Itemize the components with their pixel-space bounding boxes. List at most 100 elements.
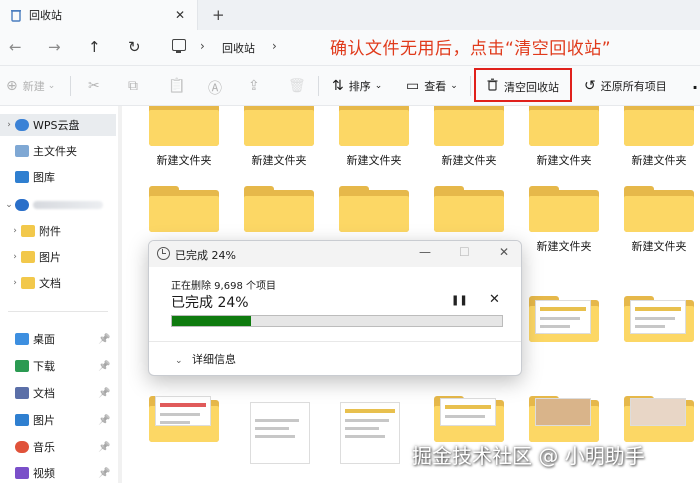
- cloud-icon: [15, 119, 29, 131]
- new-button[interactable]: ⊕ 新建 ⌄: [6, 78, 55, 94]
- folder-item[interactable]: 新建文件夹: [149, 106, 219, 167]
- sidebar-item-wps-cloud[interactable]: › WPS云盘: [0, 114, 116, 136]
- sidebar-item-label: 音乐: [33, 441, 55, 454]
- address-bar: ← → ↑ ↻ › 回收站 › 确认文件无用后，点击“清空回收站”: [0, 30, 700, 66]
- sidebar-item-pictures-sub[interactable]: › 图片: [6, 246, 61, 268]
- sidebar-item-videos[interactable]: 视频 📌: [0, 462, 110, 483]
- sidebar-item-desktop[interactable]: 桌面 📌: [0, 328, 110, 350]
- video-icon: [15, 467, 29, 479]
- folder-item[interactable]: 新建文件夹: [624, 106, 694, 167]
- forward-icon[interactable]: →: [48, 38, 61, 56]
- music-icon: [15, 441, 29, 453]
- folder-item[interactable]: [529, 396, 599, 442]
- sidebar-item-documents-sub[interactable]: › 文档: [6, 272, 61, 294]
- folder-item[interactable]: [529, 296, 599, 342]
- folder-item[interactable]: [149, 186, 219, 232]
- sidebar-item-label: 图库: [33, 171, 55, 184]
- file-thumbnail[interactable]: [340, 402, 400, 464]
- folder-item[interactable]: 新建文件夹: [244, 106, 314, 167]
- watermark: 掘金技术社区 @ 小明助手: [412, 444, 645, 468]
- sidebar-item-cloud-account[interactable]: ⌄: [0, 194, 103, 216]
- divider: [149, 341, 521, 342]
- breadcrumb-separator[interactable]: ›: [272, 39, 277, 53]
- breadcrumb-separator[interactable]: ›: [200, 39, 205, 53]
- stop-button[interactable]: ✕: [489, 292, 500, 307]
- folder-item[interactable]: 新建文件夹: [434, 106, 504, 167]
- new-tab-button[interactable]: +: [212, 6, 225, 24]
- cut-button[interactable]: ✂: [88, 78, 105, 94]
- chevron-down-icon[interactable]: ⌄: [3, 200, 15, 210]
- sidebar-item-label: 主文件夹: [33, 145, 77, 158]
- folder-item[interactable]: [434, 186, 504, 232]
- sidebar-item-documents[interactable]: 文档 📌: [0, 382, 110, 404]
- rename-button[interactable]: Ⓐ: [208, 78, 227, 98]
- home-icon: [15, 145, 29, 157]
- sidebar-item-music[interactable]: 音乐 📌: [0, 436, 110, 458]
- pin-icon[interactable]: 📌: [98, 388, 110, 399]
- refresh-icon[interactable]: ↻: [128, 38, 141, 56]
- chevron-right-icon[interactable]: ›: [9, 278, 21, 288]
- more-details-label: 详细信息: [192, 353, 237, 366]
- maximize-icon[interactable]: ☐: [459, 245, 470, 259]
- file-thumbnail[interactable]: [250, 402, 310, 464]
- chevron-right-icon[interactable]: ›: [9, 252, 21, 262]
- folder-item[interactable]: [624, 296, 694, 342]
- pin-icon[interactable]: 📌: [98, 334, 110, 345]
- back-icon[interactable]: ←: [9, 38, 22, 56]
- chevron-down-icon: ⌄: [374, 81, 383, 91]
- folder-item[interactable]: [624, 396, 694, 442]
- sidebar-item-pictures[interactable]: 图片 📌: [0, 409, 110, 431]
- this-pc-icon[interactable]: [172, 39, 186, 53]
- dialog-title-bar[interactable]: 已完成 24% — ☐ ✕: [149, 241, 521, 267]
- sidebar-item-home[interactable]: 主文件夹: [0, 140, 77, 162]
- tab-close-icon[interactable]: ✕: [175, 8, 185, 22]
- folder-label: 新建文件夹: [631, 154, 687, 167]
- pin-icon[interactable]: 📌: [98, 468, 110, 479]
- folder-label: 新建文件夹: [251, 154, 307, 167]
- restore-icon: ↺: [584, 78, 596, 94]
- minimize-icon[interactable]: —: [419, 245, 431, 259]
- breadcrumb[interactable]: 回收站: [222, 40, 255, 56]
- paste-button[interactable]: 📋: [168, 78, 190, 94]
- instruction-annotation: 确认文件无用后，点击“清空回收站”: [330, 39, 612, 59]
- folder-icon: [21, 251, 35, 263]
- folder-item[interactable]: [244, 186, 314, 232]
- delete-progress-dialog: 已完成 24% — ☐ ✕ 正在删除 9,698 个项目 已完成 24% ❚❚ …: [148, 240, 522, 376]
- up-icon[interactable]: ↑: [88, 38, 101, 56]
- sidebar-item-downloads[interactable]: 下载 📌: [0, 355, 110, 377]
- copy-icon: ⧉: [128, 78, 138, 94]
- highlight-box: [474, 68, 572, 102]
- pin-icon[interactable]: 📌: [98, 361, 110, 372]
- close-icon[interactable]: ✕: [499, 245, 509, 259]
- download-icon: [15, 360, 29, 372]
- folder-item[interactable]: [149, 396, 219, 442]
- copy-button[interactable]: ⧉: [128, 78, 143, 94]
- tab-recycle-bin[interactable]: 回收站 ✕: [0, 0, 198, 30]
- delete-button[interactable]: 🗑: [288, 78, 311, 94]
- folder-item[interactable]: [339, 186, 409, 232]
- chevron-right-icon[interactable]: ›: [9, 226, 21, 236]
- sort-button[interactable]: ⇅ 排序 ⌄: [332, 78, 382, 94]
- folder-item[interactable]: 新建文件夹: [339, 106, 409, 167]
- pause-button[interactable]: ❚❚: [451, 295, 468, 306]
- sort-label: 排序: [348, 80, 371, 93]
- share-button[interactable]: ⇪: [248, 78, 265, 94]
- folder-item[interactable]: [434, 396, 504, 442]
- folder-item[interactable]: 新建文件夹: [529, 106, 599, 167]
- more-options-button[interactable]: ·: [692, 78, 698, 97]
- chevron-right-icon[interactable]: ›: [3, 120, 15, 130]
- view-button[interactable]: ▭ 查看 ⌄: [406, 78, 458, 94]
- file-thumbnail: [630, 300, 686, 334]
- folder-item[interactable]: 新建文件夹: [624, 186, 694, 253]
- folder-label: 新建文件夹: [536, 240, 592, 253]
- divider: [470, 76, 471, 96]
- pin-icon[interactable]: 📌: [98, 415, 110, 426]
- pin-icon[interactable]: 📌: [98, 442, 110, 453]
- folder-item[interactable]: 新建文件夹: [529, 186, 599, 253]
- sidebar-item-attachments[interactable]: › 附件: [6, 220, 61, 242]
- more-details-button[interactable]: ⌄ 详细信息: [175, 351, 236, 367]
- sidebar-item-gallery[interactable]: 图库: [0, 166, 55, 188]
- file-thumbnail: [440, 398, 496, 426]
- restore-all-button[interactable]: ↺ 还原所有项目: [584, 78, 667, 94]
- chevron-down-icon: ⌄: [450, 81, 458, 91]
